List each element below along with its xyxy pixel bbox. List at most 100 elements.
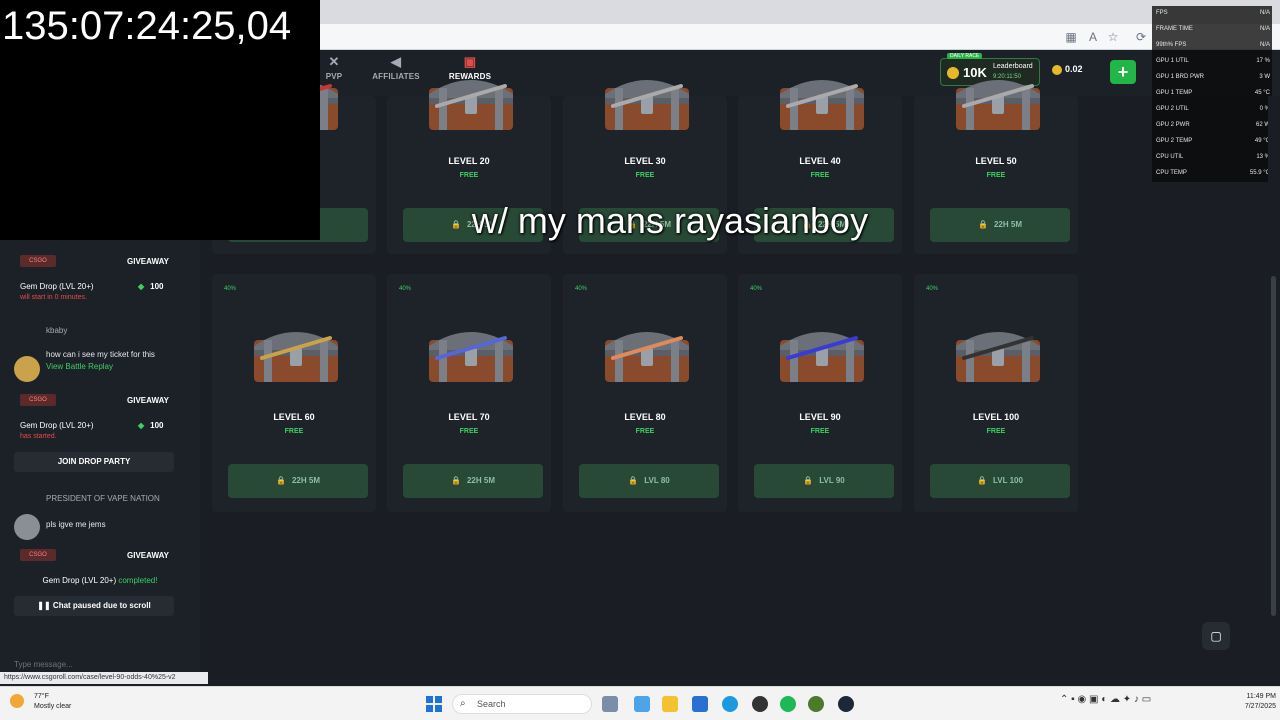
stream-caption: w/ my mans rayasianboy bbox=[471, 200, 869, 241]
chest-icon bbox=[780, 80, 864, 130]
chat-paused-banner[interactable]: ❚❚ Chat paused due to scroll bbox=[14, 596, 174, 616]
case-card[interactable]: 40% LEVEL 90 FREE 🔒 LVL 90 bbox=[738, 274, 902, 512]
giveaway-label: GIVEAWAY bbox=[127, 396, 169, 405]
perf-key: GPU 1 UTIL bbox=[1156, 58, 1189, 64]
case-lock-button[interactable]: 🔒 LVL 80 bbox=[579, 464, 719, 498]
perf-value: N/A bbox=[1259, 26, 1270, 32]
case-lock-label: LVL 80 bbox=[644, 476, 670, 485]
chat-bubble-icon: ▢ bbox=[1210, 629, 1222, 643]
system-tray[interactable]: ⌃ ▪ ◉ ▣ ◐ ☁ ✦ ♪ ▭ bbox=[1060, 694, 1210, 714]
perf-key: CPU UTIL bbox=[1156, 154, 1184, 160]
edge-icon[interactable] bbox=[722, 696, 738, 712]
giveaway-label: GIVEAWAY bbox=[127, 257, 169, 266]
favorite-star-icon[interactable]: ☆ bbox=[1106, 30, 1120, 44]
case-level: LEVEL 50 bbox=[975, 156, 1017, 166]
perf-value: N/A bbox=[1259, 10, 1270, 16]
nav-affiliates-label: AFFILIATES bbox=[372, 72, 420, 81]
copilot-icon[interactable] bbox=[634, 696, 650, 712]
refresh-icon[interactable]: ⟳ bbox=[1134, 30, 1148, 44]
store-icon[interactable] bbox=[692, 696, 708, 712]
case-price: FREE bbox=[635, 428, 655, 435]
tray-icons: ⌃ ▪ ◉ ▣ ◐ ☁ ✦ ♪ ▭ bbox=[1060, 694, 1152, 705]
steam-icon[interactable] bbox=[838, 696, 854, 712]
deposit-button[interactable]: + bbox=[1110, 60, 1136, 84]
coin-icon bbox=[1052, 64, 1062, 75]
weather-widget[interactable]: 77°F Mostly clear bbox=[34, 692, 94, 716]
daily-race-tag: DAILY RACE bbox=[947, 53, 983, 59]
task-view-icon[interactable] bbox=[602, 696, 618, 712]
perf-key: GPU 2 TEMP bbox=[1156, 138, 1193, 144]
case-image bbox=[423, 66, 519, 136]
perf-row: CPU UTIL 13 % bbox=[1156, 154, 1270, 166]
perf-value: 3 W bbox=[1259, 74, 1270, 80]
xbox-icon[interactable] bbox=[808, 696, 824, 712]
join-drop-party-button[interactable]: JOIN DROP PARTY bbox=[14, 452, 174, 472]
chest-icon bbox=[254, 332, 338, 382]
case-lock-label: 22H 5M bbox=[466, 476, 495, 485]
chat-message: pls igve me jems bbox=[46, 520, 106, 529]
extensions-icon[interactable]: ▦ bbox=[1064, 30, 1078, 44]
chest-icon bbox=[605, 332, 689, 382]
weather-icon[interactable] bbox=[10, 694, 24, 708]
site-logo-badge: CSGO bbox=[20, 394, 56, 406]
chat-username[interactable]: kbaby bbox=[46, 326, 67, 335]
case-lock-label: 22H 5M bbox=[291, 476, 320, 485]
case-lock-button[interactable]: 🔒 LVL 100 bbox=[930, 464, 1070, 498]
case-level: LEVEL 20 bbox=[448, 156, 490, 166]
case-level: LEVEL 70 bbox=[448, 412, 490, 422]
chest-icon bbox=[429, 332, 513, 382]
spotify-icon[interactable] bbox=[780, 696, 796, 712]
chest-icon bbox=[956, 332, 1040, 382]
case-lock-button[interactable]: 🔒 22H 5M bbox=[228, 464, 368, 498]
lock-icon: 🔒 bbox=[451, 476, 461, 485]
chest-icon bbox=[956, 80, 1040, 130]
case-card[interactable]: 40% LEVEL 80 FREE 🔒 LVL 80 bbox=[563, 274, 727, 512]
chat-username[interactable]: PRESIDENT OF VAPE NATION bbox=[46, 494, 160, 503]
site-logo-badge: CSGO bbox=[20, 549, 56, 561]
file-explorer-icon[interactable] bbox=[662, 696, 678, 712]
gem-drop-name: Gem Drop (LVL 20+) bbox=[20, 421, 94, 430]
case-image bbox=[599, 318, 695, 388]
perf-key: GPU 1 BRD PWR bbox=[1156, 74, 1205, 80]
case-card[interactable]: 40% LEVEL 70 FREE 🔒 22H 5M bbox=[387, 274, 551, 512]
lock-icon: 🔒 bbox=[628, 476, 639, 485]
odds-badge: 40% bbox=[926, 286, 939, 292]
read-aloud-icon[interactable]: A bbox=[1086, 30, 1100, 44]
gem-drop-amount: 100 bbox=[150, 282, 164, 291]
gem-icon: ◆ bbox=[138, 282, 145, 291]
perf-row: GPU 1 TEMP 45 °C bbox=[1156, 90, 1270, 102]
battle-replay-link[interactable]: View Battle Replay bbox=[46, 362, 113, 371]
taskbar-clock[interactable]: 11:49 PM 7/27/2025 bbox=[1220, 692, 1276, 716]
gem-drop-value: ◆ 100 bbox=[138, 421, 164, 430]
nav-affiliates[interactable]: ◀ AFFILIATES bbox=[366, 54, 426, 94]
case-card[interactable]: 40% LEVEL 60 FREE 🔒 22H 5M bbox=[212, 274, 376, 512]
case-image bbox=[599, 66, 695, 136]
perf-key: 99th% FPS bbox=[1156, 42, 1187, 48]
case-lock-button[interactable]: 🔒 22H 5M bbox=[930, 208, 1070, 242]
perf-row: CPU TEMP 55.9 °C bbox=[1156, 170, 1270, 182]
case-level: LEVEL 40 bbox=[799, 156, 841, 166]
taskbar-search[interactable]: ⌕ Search bbox=[452, 694, 592, 714]
chest-icon bbox=[605, 80, 689, 130]
performance-overlay: FPS N/A FRAME TIME N/A 99th% FPS N/A GPU 1 UTI… bbox=[1152, 6, 1272, 182]
balance-display[interactable]: 0.02 bbox=[1052, 64, 1092, 80]
case-lock-button[interactable]: 🔒 LVL 90 bbox=[754, 464, 894, 498]
perf-row: FPS N/A bbox=[1156, 10, 1270, 22]
case-lock-button[interactable]: 🔒 22H 5M bbox=[403, 464, 543, 498]
perf-row: GPU 2 PWR 62 W bbox=[1156, 122, 1270, 134]
lock-icon: 🔒 bbox=[977, 476, 987, 485]
case-price: FREE bbox=[986, 428, 1006, 435]
perf-key: GPU 1 TEMP bbox=[1156, 90, 1193, 96]
avatar[interactable] bbox=[14, 514, 40, 540]
case-card[interactable]: 40% LEVEL 100 FREE 🔒 LVL 100 bbox=[914, 274, 1078, 512]
support-chat-button[interactable]: ▢ bbox=[1202, 622, 1230, 650]
scrollbar-thumb[interactable] bbox=[1271, 276, 1276, 616]
page-scrollbar[interactable] bbox=[1268, 96, 1280, 686]
avatar[interactable] bbox=[14, 356, 40, 382]
windows-start-button[interactable] bbox=[426, 696, 442, 712]
case-card[interactable]: LEVEL 50 FREE 🔒 22H 5M bbox=[914, 80, 1078, 254]
app-icon[interactable] bbox=[752, 696, 768, 712]
weather-desc: Mostly clear bbox=[34, 703, 72, 710]
case-image bbox=[950, 66, 1046, 136]
chest-icon bbox=[429, 80, 513, 130]
